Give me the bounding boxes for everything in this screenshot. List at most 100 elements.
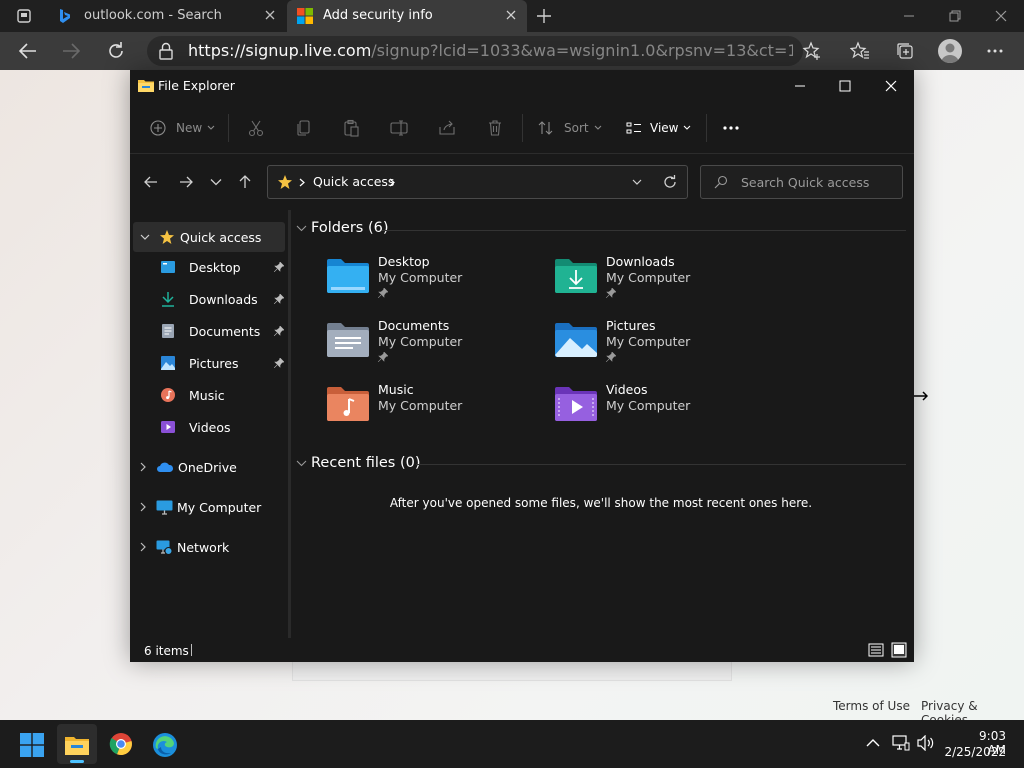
collections-icon[interactable] [895, 41, 915, 61]
explorer-title-bar[interactable]: File Explorer [130, 70, 914, 102]
minimize-browser-icon[interactable] [901, 8, 917, 24]
up-icon[interactable] [237, 174, 253, 190]
chevron-right-icon[interactable] [140, 462, 147, 472]
nav-item-quick-access[interactable]: Quick access [133, 222, 285, 252]
folder-name: Documents [378, 318, 450, 333]
folder-tile-music[interactable]: Music My Computer [326, 382, 546, 438]
new-tab-icon[interactable] [535, 7, 553, 25]
lock-icon[interactable] [158, 42, 174, 60]
document-icon [160, 323, 176, 339]
sort-button[interactable]: Sort [538, 117, 602, 139]
chrome-icon[interactable] [109, 732, 133, 756]
paste-icon[interactable] [342, 119, 360, 137]
command-bar: New Sort View [130, 102, 914, 154]
status-bar: 6 items [130, 638, 914, 662]
folder-name: Downloads [606, 254, 675, 269]
path-bar[interactable]: Quick access [267, 165, 688, 199]
tab-add-security-info[interactable]: Add security info [287, 0, 527, 32]
favorites-icon[interactable] [850, 41, 870, 61]
copy-icon[interactable] [295, 119, 313, 137]
share-icon[interactable] [438, 119, 456, 137]
close-browser-icon[interactable] [993, 8, 1009, 24]
star-icon [159, 229, 175, 245]
network-icon [156, 540, 173, 555]
restore-browser-icon[interactable] [947, 8, 963, 24]
rename-icon[interactable] [390, 119, 408, 137]
start-windows-icon[interactable] [20, 733, 44, 757]
refresh-icon[interactable] [662, 174, 678, 190]
chevron-down-icon [594, 125, 602, 131]
path-segment-quick-access[interactable]: Quick access [313, 174, 394, 189]
back-icon[interactable] [143, 174, 159, 190]
tab-outlook-search[interactable]: outlook.com - Search [48, 0, 286, 32]
documents-folder-icon [326, 322, 370, 358]
file-explorer-window: File Explorer New Sort View Quick access… [130, 70, 914, 662]
nav-item-music[interactable]: Music [160, 380, 286, 410]
nav-item-desktop[interactable]: Desktop [160, 252, 286, 282]
chevron-right-icon[interactable] [140, 502, 147, 512]
edge-icon[interactable] [152, 732, 178, 758]
delete-icon[interactable] [486, 119, 504, 137]
minimize-icon[interactable] [792, 78, 808, 94]
more-options-icon[interactable] [986, 42, 1004, 60]
cut-icon[interactable] [247, 119, 265, 137]
nav-item-pictures[interactable]: Pictures [160, 348, 286, 378]
add-favorite-icon[interactable] [802, 41, 822, 61]
clock-date[interactable]: 2/25/2022 [944, 745, 1006, 759]
chevron-right-icon[interactable] [389, 178, 395, 187]
tab-actions-icon[interactable] [16, 8, 32, 24]
view-button[interactable]: View [626, 117, 691, 139]
nav-label: Videos [189, 419, 231, 435]
pin-icon [606, 288, 616, 298]
nav-item-documents[interactable]: Documents [160, 316, 286, 346]
pin-icon [274, 262, 284, 272]
refresh-icon[interactable] [106, 41, 126, 61]
forward-icon[interactable] [178, 174, 194, 190]
back-icon[interactable] [18, 42, 38, 60]
recent-files-section-header[interactable]: Recent files (0) [296, 455, 421, 471]
recent-locations-icon[interactable] [210, 178, 222, 186]
folder-tile-desktop[interactable]: Desktop My Computer [326, 254, 546, 310]
chevron-down-icon[interactable] [632, 179, 642, 186]
volume-icon[interactable] [917, 735, 937, 751]
see-more-icon[interactable] [722, 119, 740, 137]
forward-icon[interactable] [61, 42, 81, 60]
nav-item-downloads[interactable]: Downloads [160, 284, 286, 314]
details-view-icon[interactable] [868, 642, 884, 658]
close-icon[interactable] [883, 78, 899, 94]
search-box[interactable]: Search Quick access [700, 165, 903, 199]
videos-icon [160, 419, 176, 435]
chevron-down-icon[interactable] [296, 460, 307, 467]
nav-item-network[interactable]: Network [140, 532, 286, 562]
nav-item-videos[interactable]: Videos [160, 412, 286, 442]
pin-icon [378, 352, 388, 362]
new-button[interactable]: New [150, 117, 215, 139]
maximize-icon[interactable] [837, 78, 853, 94]
close-tab-icon[interactable] [503, 7, 519, 23]
show-hidden-icons-chevron-up-icon[interactable] [866, 738, 880, 747]
nav-label: Documents [189, 323, 261, 339]
nav-label: Pictures [189, 355, 239, 371]
chevron-right-icon[interactable] [140, 542, 147, 552]
taskbar-file-explorer[interactable] [57, 724, 97, 764]
tiles-view-icon[interactable] [891, 642, 907, 658]
folder-tile-pictures[interactable]: Pictures My Computer [554, 318, 774, 374]
terms-of-use-link[interactable]: Terms of Use [833, 699, 910, 713]
profile-avatar[interactable] [938, 39, 962, 63]
url-text[interactable]: https://signup.live.com/signup?lcid=1033… [188, 41, 793, 60]
folder-tile-documents[interactable]: Documents My Computer [326, 318, 546, 374]
nav-label: Desktop [189, 259, 241, 275]
pictures-folder-icon [554, 322, 598, 358]
chevron-down-icon[interactable] [296, 225, 307, 232]
folders-section-header[interactable]: Folders (6) [296, 220, 389, 236]
nav-item-onedrive[interactable]: OneDrive [140, 452, 286, 482]
chevron-down-icon[interactable] [140, 234, 150, 241]
nav-item-my-computer[interactable]: My Computer [140, 492, 286, 522]
chevron-right-icon[interactable] [299, 178, 305, 187]
new-label: New [176, 121, 203, 135]
close-tab-icon[interactable] [262, 7, 278, 23]
network-status-icon[interactable] [892, 735, 910, 751]
folder-tile-videos[interactable]: Videos My Computer [554, 382, 774, 438]
folder-tile-downloads[interactable]: Downloads My Computer [554, 254, 774, 310]
pane-splitter[interactable] [288, 210, 291, 638]
